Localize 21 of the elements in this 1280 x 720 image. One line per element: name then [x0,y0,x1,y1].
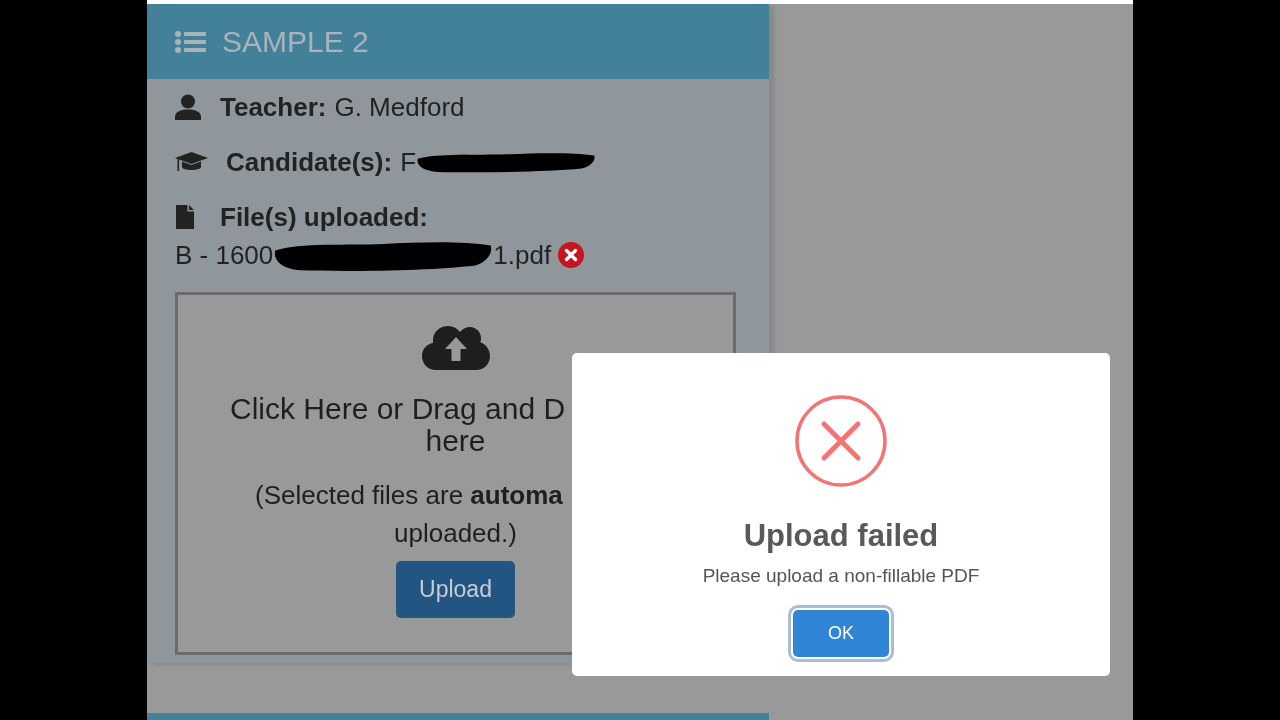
file-icon [176,205,194,229]
upload-button[interactable]: Upload [396,561,515,618]
file-name-end: 1.pdf [493,240,552,270]
detail-label: Candidate(s): [226,147,393,177]
graduation-cap-icon [175,151,208,173]
drop-instruction: here [425,425,486,457]
user-icon [175,94,201,120]
dialog-title: Upload failed [743,518,939,554]
list-icon [175,30,206,53]
cloud-upload-icon [421,323,490,370]
drop-instruction: Click Here or Drag and D [230,393,566,425]
remove-icon[interactable] [558,242,585,268]
error-icon [795,395,887,487]
drop-note: (Selected files are automa [255,479,563,512]
drop-note: uploaded.) [394,517,517,550]
detail-value: F [400,147,416,177]
file-name-start: B - 1600 [175,240,274,270]
detail-label: File(s) uploaded: [220,202,428,232]
detail-value: G. Medford [334,92,465,122]
card-title: SAMPLE 2 [222,23,369,60]
detail-label: Teacher: [220,92,327,122]
